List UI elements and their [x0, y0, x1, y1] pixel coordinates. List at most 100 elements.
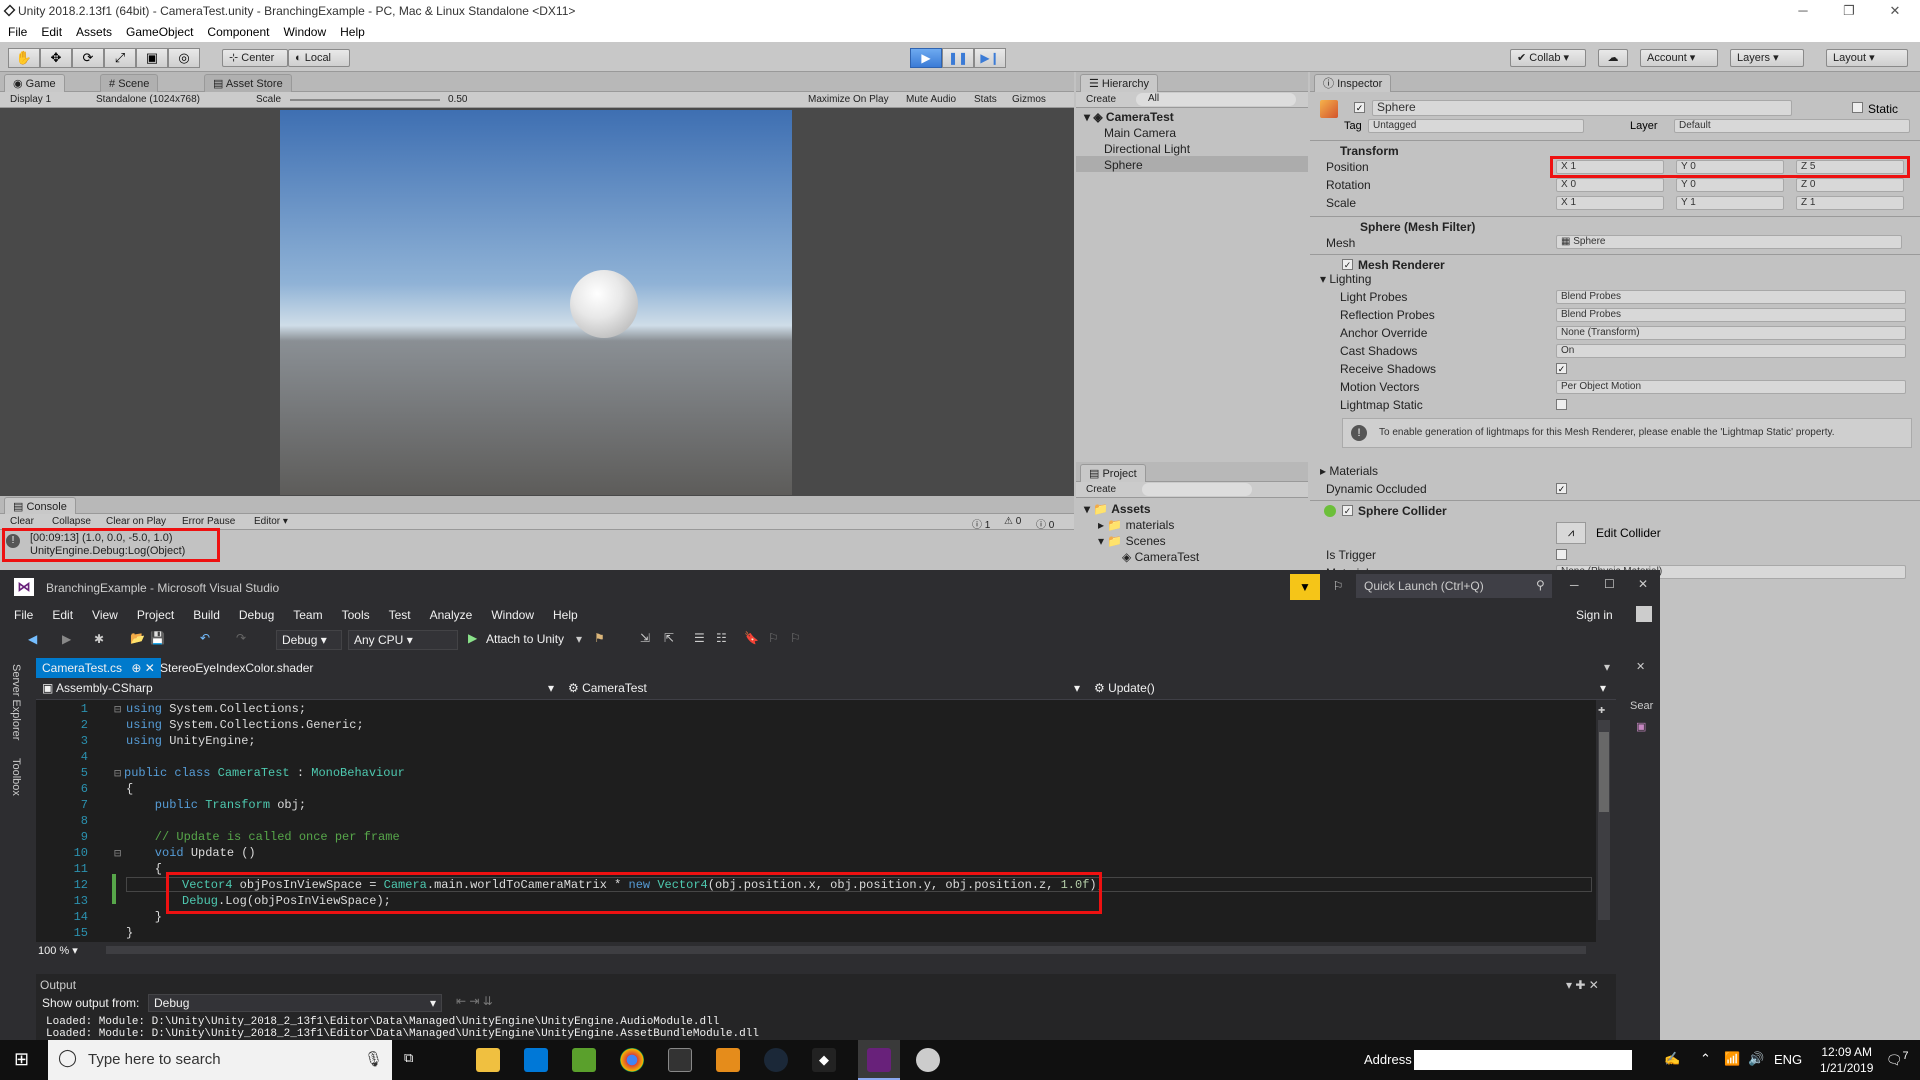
menu-component[interactable]: Component	[207, 25, 269, 39]
collab-button[interactable]: ✔ Collab ▾	[1510, 49, 1586, 67]
taskbar-vs-active[interactable]	[858, 1040, 900, 1080]
console-error-pause-button[interactable]: Error Pause	[182, 516, 235, 527]
split-editor-icon[interactable]: ✚	[1598, 702, 1605, 717]
platform-select[interactable]: Any CPU ▾	[348, 630, 458, 650]
static-checkbox[interactable]	[1852, 102, 1863, 113]
maximize-on-play-toggle[interactable]: Maximize On Play	[808, 94, 889, 105]
tab-scene[interactable]: # Scene	[100, 74, 159, 92]
scale-tool-icon[interactable]: ⤢	[104, 48, 136, 68]
sphere-collider-component[interactable]: ✓ Sphere Collider	[1310, 500, 1920, 520]
edit-collider-icon[interactable]: ⩘	[1556, 522, 1586, 544]
vs-menu-file[interactable]: File	[14, 608, 33, 622]
vs-menu-view[interactable]: View	[92, 608, 118, 622]
notification-flag-icon[interactable]: ⚐	[1328, 576, 1348, 596]
console-editor-button[interactable]: Editor ▾	[254, 516, 288, 527]
mesh-filter-component[interactable]: Sphere (Mesh Filter)	[1310, 216, 1920, 236]
volume-icon[interactable]: 🔊	[1748, 1051, 1764, 1067]
mesh-renderer-component[interactable]: ✓ Mesh Renderer	[1310, 254, 1920, 274]
project-scene-camera-test[interactable]: ◈ CameraTest	[1122, 550, 1199, 564]
vs-menu-debug[interactable]: Debug	[239, 608, 274, 622]
redo-icon[interactable]: ↷	[236, 631, 246, 645]
console-error-count[interactable]: ⓘ 0	[1036, 516, 1054, 531]
network-icon[interactable]: 📶	[1724, 1051, 1740, 1067]
menu-window[interactable]: Window	[283, 25, 326, 39]
console-log-entry[interactable]: [00:09:13] (1.0, 0.0, -5.0, 1.0) UnityEn…	[30, 532, 185, 558]
tab-camera-test-cs[interactable]: CameraTest.cs ⊕ ✕	[36, 658, 161, 678]
tab-hierarchy[interactable]: ☰ Hierarchy	[1080, 74, 1158, 92]
windows-start-icon[interactable]: ⊞	[14, 1049, 29, 1070]
mute-audio-toggle[interactable]: Mute Audio	[906, 94, 956, 105]
play-icon[interactable]: ▶	[910, 48, 942, 68]
right-panel-icon[interactable]: ▣	[1636, 720, 1646, 733]
rect-tool-icon[interactable]: ▣	[136, 48, 168, 68]
quick-launch-search-icon[interactable]: ⚲	[1536, 578, 1545, 592]
microphone-icon[interactable]: 🎙	[364, 1050, 383, 1068]
tab-game[interactable]: ◉ Game	[4, 74, 65, 92]
display-select[interactable]: Display 1	[10, 94, 51, 105]
back-icon[interactable]: ◀	[28, 632, 37, 646]
minimize-icon[interactable]: ─	[1780, 0, 1826, 22]
output-text[interactable]: Loaded: Module: D:\Unity\Unity_2018_2_13…	[46, 1016, 759, 1040]
anchor-override-field[interactable]: None (Transform)	[1556, 326, 1906, 340]
prev-bookmark-icon[interactable]: ⚐	[768, 631, 779, 645]
chrome-icon[interactable]	[620, 1048, 644, 1072]
menu-gameobject[interactable]: GameObject	[126, 25, 193, 39]
output-pin-icon[interactable]: ▾ ✚ ✕	[1566, 978, 1599, 992]
vs-maximize-icon[interactable]: ☐	[1604, 577, 1615, 591]
menu-assets[interactable]: Assets	[76, 25, 112, 39]
collapse-icon[interactable]: ⊟	[114, 846, 121, 861]
active-checkbox[interactable]: ✓	[1354, 102, 1365, 113]
hierarchy-item-main-camera[interactable]: Main Camera	[1104, 126, 1176, 140]
hierarchy-item-directional-light[interactable]: Directional Light	[1104, 142, 1190, 156]
vs-menu-analyze[interactable]: Analyze	[430, 608, 473, 622]
undo-icon[interactable]: ↶	[200, 631, 210, 645]
account-button[interactable]: Account ▾	[1640, 49, 1718, 67]
position-z-field[interactable]: Z 5	[1796, 160, 1904, 174]
gizmos-toggle[interactable]: Gizmos	[1012, 94, 1046, 105]
tab-project[interactable]: ▤ Project	[1080, 464, 1146, 482]
attach-dropdown-icon[interactable]: ▾	[576, 632, 582, 646]
hierarchy-scene-root[interactable]: ▾ ◈ CameraTest	[1084, 110, 1174, 124]
vs-close-icon[interactable]: ✕	[1638, 577, 1648, 591]
hierarchy-search-input[interactable]: All	[1136, 93, 1296, 106]
indent-icon[interactable]: ☰	[694, 631, 705, 645]
vs-menu-project[interactable]: Project	[137, 608, 174, 622]
pen-workspace-icon[interactable]: ✍	[1664, 1051, 1680, 1067]
cloud-icon[interactable]: ☁	[1598, 49, 1628, 67]
vs-menu-test[interactable]: Test	[389, 608, 411, 622]
right-panel-close-icon[interactable]: ✕	[1636, 660, 1645, 673]
vs-menu-window[interactable]: Window	[491, 608, 534, 622]
output-toolbar-icons[interactable]: ⇤ ⇥ ⇊	[456, 994, 493, 1008]
lightmap-static-checkbox[interactable]	[1556, 399, 1567, 410]
tag-select[interactable]: Untagged	[1368, 119, 1584, 133]
layout-button[interactable]: Layout ▾	[1826, 49, 1908, 67]
light-probes-select[interactable]: Blend Probes	[1556, 290, 1906, 304]
transform-component[interactable]: Transform	[1310, 140, 1920, 160]
action-center-icon[interactable]: 🗨7	[1886, 1050, 1909, 1068]
scale-z-field[interactable]: Z 1	[1796, 196, 1904, 210]
class-nav-select[interactable]: ⚙ CameraTest ▾	[564, 680, 1084, 698]
mesh-field[interactable]: ▦ Sphere	[1556, 235, 1902, 249]
tab-stereo-shader[interactable]: StereoEyeIndexColor.shader	[160, 661, 313, 675]
maximize-icon[interactable]: ❐	[1826, 0, 1872, 22]
move-tool-icon[interactable]: ✥	[40, 48, 72, 68]
rotation-z-field[interactable]: Z 0	[1796, 178, 1904, 192]
scale-y-field[interactable]: Y 1	[1676, 196, 1784, 210]
vs-menu-help[interactable]: Help	[553, 608, 578, 622]
step-into-icon[interactable]: ⇲	[640, 631, 650, 645]
sublime-icon[interactable]	[716, 1048, 740, 1072]
menu-file[interactable]: File	[8, 25, 27, 39]
console-collapse-button[interactable]: Collapse	[52, 516, 91, 527]
cast-shadows-select[interactable]: On	[1556, 344, 1906, 358]
is-trigger-checkbox[interactable]	[1556, 549, 1567, 560]
materials-foldout[interactable]: ▸ Materials	[1320, 464, 1378, 478]
toolbox-tab[interactable]: Toolbox	[10, 758, 22, 796]
tab-inspector[interactable]: ⓘ Inspector	[1314, 74, 1392, 92]
project-nav-select[interactable]: ▣ Assembly-CSharp ▾	[38, 680, 558, 698]
horizontal-scrollbar[interactable]	[106, 946, 1586, 954]
rotation-x-field[interactable]: X 0	[1556, 178, 1664, 192]
console-clear-on-play-button[interactable]: Clear on Play	[106, 516, 166, 527]
vs-minimize-icon[interactable]: ─	[1570, 578, 1579, 592]
step-over-icon[interactable]: ⇱	[664, 631, 674, 645]
hierarchy-create-button[interactable]: Create	[1086, 94, 1116, 105]
